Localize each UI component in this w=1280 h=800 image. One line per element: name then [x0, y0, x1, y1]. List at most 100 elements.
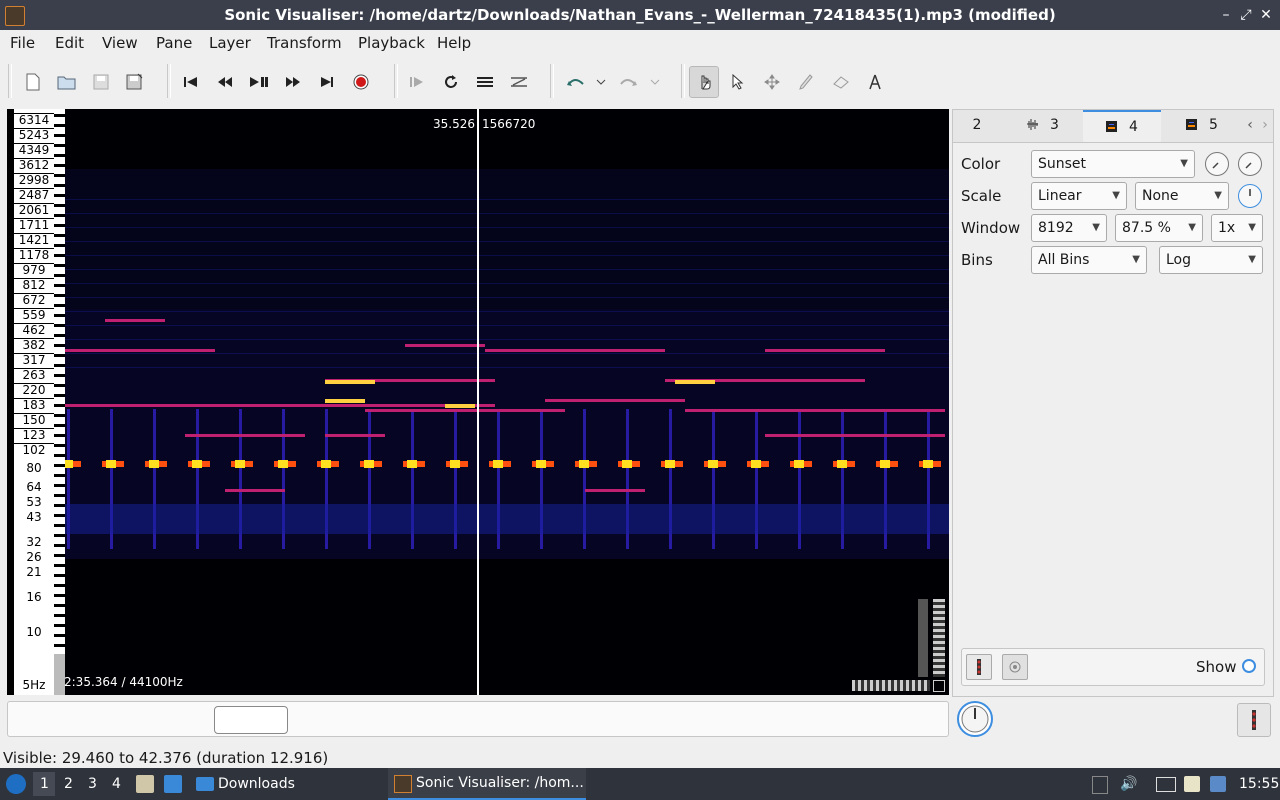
play-selection-icon[interactable] — [403, 68, 431, 96]
menu-file[interactable]: File — [10, 34, 35, 52]
fast-forward-icon[interactable] — [279, 68, 307, 96]
frequency-tick-label: 4349 — [14, 143, 54, 157]
zoom-reset-button[interactable] — [933, 680, 945, 692]
tabs-scroll-right-icon[interactable]: › — [1258, 110, 1272, 141]
speaker-icon — [1009, 661, 1021, 673]
volume-icon[interactable]: 🔊 — [1120, 776, 1137, 792]
measure-tool-icon[interactable] — [861, 68, 889, 96]
downloads-task[interactable]: Downloads — [218, 776, 295, 792]
menu-edit[interactable]: Edit — [55, 34, 84, 52]
playback-speedup-icon[interactable] — [505, 68, 533, 96]
workspace-4[interactable]: 4 — [112, 776, 121, 792]
note-peak — [665, 460, 675, 468]
navigate-tool-icon[interactable] — [689, 66, 719, 98]
play-parameters-button[interactable] — [966, 654, 992, 680]
select-tool-icon[interactable] — [724, 68, 752, 96]
workspace-3[interactable]: 3 — [88, 776, 97, 792]
menu-view[interactable]: View — [102, 34, 138, 52]
menu-transform[interactable]: Transform — [267, 34, 342, 52]
erase-tool-icon[interactable] — [827, 68, 855, 96]
gain-knob[interactable] — [1205, 152, 1229, 176]
solo-icon[interactable] — [471, 68, 499, 96]
draw-tool-icon[interactable] — [792, 68, 820, 96]
frequency-tick-label: 812 — [14, 278, 54, 292]
audio-monitor-button[interactable] — [1002, 654, 1028, 680]
harmonic-band — [65, 349, 215, 352]
start-menu-icon[interactable] — [6, 774, 26, 794]
loop-icon[interactable] — [437, 68, 465, 96]
color-map-select[interactable]: Sunset ▼ — [1031, 150, 1195, 178]
layer-properties-panel: 2 3 4 5 ‹ › Color Sunset ▼ Scale Linear ▼ … — [952, 109, 1274, 697]
frequency-tick-label: 80 — [26, 461, 42, 475]
rewind-icon[interactable] — [211, 68, 239, 96]
workspace-1[interactable]: 1 — [40, 776, 49, 792]
playback-gain-knob[interactable] — [956, 700, 994, 738]
save-session-icon[interactable] — [121, 68, 149, 96]
oversampling-select[interactable]: 1x ▼ — [1211, 214, 1263, 242]
window-size-select[interactable]: 8192 ▼ — [1031, 214, 1107, 242]
spectrogram-pane[interactable]: 6314 5243 4349 3612 2998 2487 2061 1711 1421 1178… — [7, 109, 949, 695]
window-overlap-select[interactable]: 87.5 % ▼ — [1115, 214, 1203, 242]
frequency-tick-label: 382 — [14, 338, 54, 352]
menu-layer[interactable]: Layer — [209, 34, 251, 52]
close-button[interactable]: ✕ — [1256, 5, 1276, 25]
tab-layer-4[interactable]: 4 — [1083, 110, 1161, 142]
file-manager-icon[interactable] — [136, 775, 154, 793]
playhead-cursor[interactable] — [477, 109, 479, 695]
bins-display-select[interactable]: All Bins ▼ — [1031, 246, 1147, 274]
colour-rotation-knob[interactable] — [1238, 184, 1262, 208]
undo-menu-icon[interactable] — [588, 68, 614, 96]
maximize-button[interactable]: ⤢ — [1236, 5, 1256, 25]
frequency-tick-label: 6314 — [14, 113, 54, 127]
tray-arrow-icon[interactable] — [1092, 776, 1108, 794]
harmonic-band — [545, 399, 685, 402]
horizontal-zoom-wheel[interactable] — [852, 680, 930, 691]
notification-icon[interactable] — [1210, 776, 1226, 792]
move-tool-icon[interactable] — [758, 68, 786, 96]
frequency-tick-label: 1711 — [14, 218, 54, 232]
fast-forward-end-icon[interactable] — [313, 68, 341, 96]
frequency-tick-label: 672 — [14, 293, 54, 307]
scale-select[interactable]: Linear ▼ — [1031, 182, 1127, 210]
tab-layer-2[interactable]: 2 — [953, 110, 1001, 141]
vertical-zoom-slider[interactable] — [918, 599, 928, 677]
save-icon[interactable] — [87, 68, 115, 96]
sonic-visualiser-task[interactable]: Sonic Visualiser: /hom... — [388, 768, 586, 800]
redo-menu-icon[interactable] — [642, 68, 668, 96]
workspace-2[interactable]: 2 — [64, 776, 73, 792]
overview-pane[interactable] — [7, 701, 949, 737]
harmonic-band — [225, 489, 285, 492]
spectral-line — [65, 367, 949, 368]
record-icon[interactable] — [347, 68, 375, 96]
overview-viewport-box[interactable] — [214, 706, 288, 734]
playback-options-button[interactable] — [1237, 703, 1271, 737]
frequency-tick-label: 3612 — [14, 158, 54, 172]
undo-icon[interactable] — [561, 68, 589, 96]
tabs-scroll-left-icon[interactable]: ‹ — [1243, 110, 1257, 141]
rewind-start-icon[interactable] — [177, 68, 205, 96]
open-folder-icon[interactable] — [53, 68, 81, 96]
harmonic-highlight — [445, 404, 475, 408]
spectral-line — [65, 325, 949, 326]
toolbar-separator — [681, 64, 685, 98]
tab-layer-3[interactable]: 3 — [1003, 110, 1083, 141]
threshold-knob[interactable] — [1238, 152, 1262, 176]
menu-bar: File Edit View Pane Layer Transform Play… — [0, 30, 1280, 56]
minimize-button[interactable]: – — [1216, 5, 1236, 25]
network-icon[interactable] — [1156, 777, 1176, 792]
normalization-select[interactable]: None ▼ — [1135, 182, 1229, 210]
show-desktop-icon[interactable] — [164, 775, 182, 793]
clipboard-icon[interactable] — [1184, 776, 1200, 792]
vertical-zoom-wheel[interactable] — [933, 599, 945, 677]
bins-scale-select[interactable]: Log ▼ — [1159, 246, 1263, 274]
show-layer-toggle[interactable] — [1242, 659, 1256, 673]
new-document-icon[interactable] — [19, 68, 47, 96]
play-pause-icon[interactable] — [245, 68, 273, 96]
menu-help[interactable]: Help — [437, 34, 471, 52]
menu-pane[interactable]: Pane — [156, 34, 192, 52]
menu-playback[interactable]: Playback — [358, 34, 425, 52]
harmonic-band — [765, 349, 885, 352]
redo-icon[interactable] — [615, 68, 643, 96]
clock[interactable]: 15:55 — [1239, 776, 1279, 792]
tab-layer-5[interactable]: 5 — [1163, 110, 1241, 141]
